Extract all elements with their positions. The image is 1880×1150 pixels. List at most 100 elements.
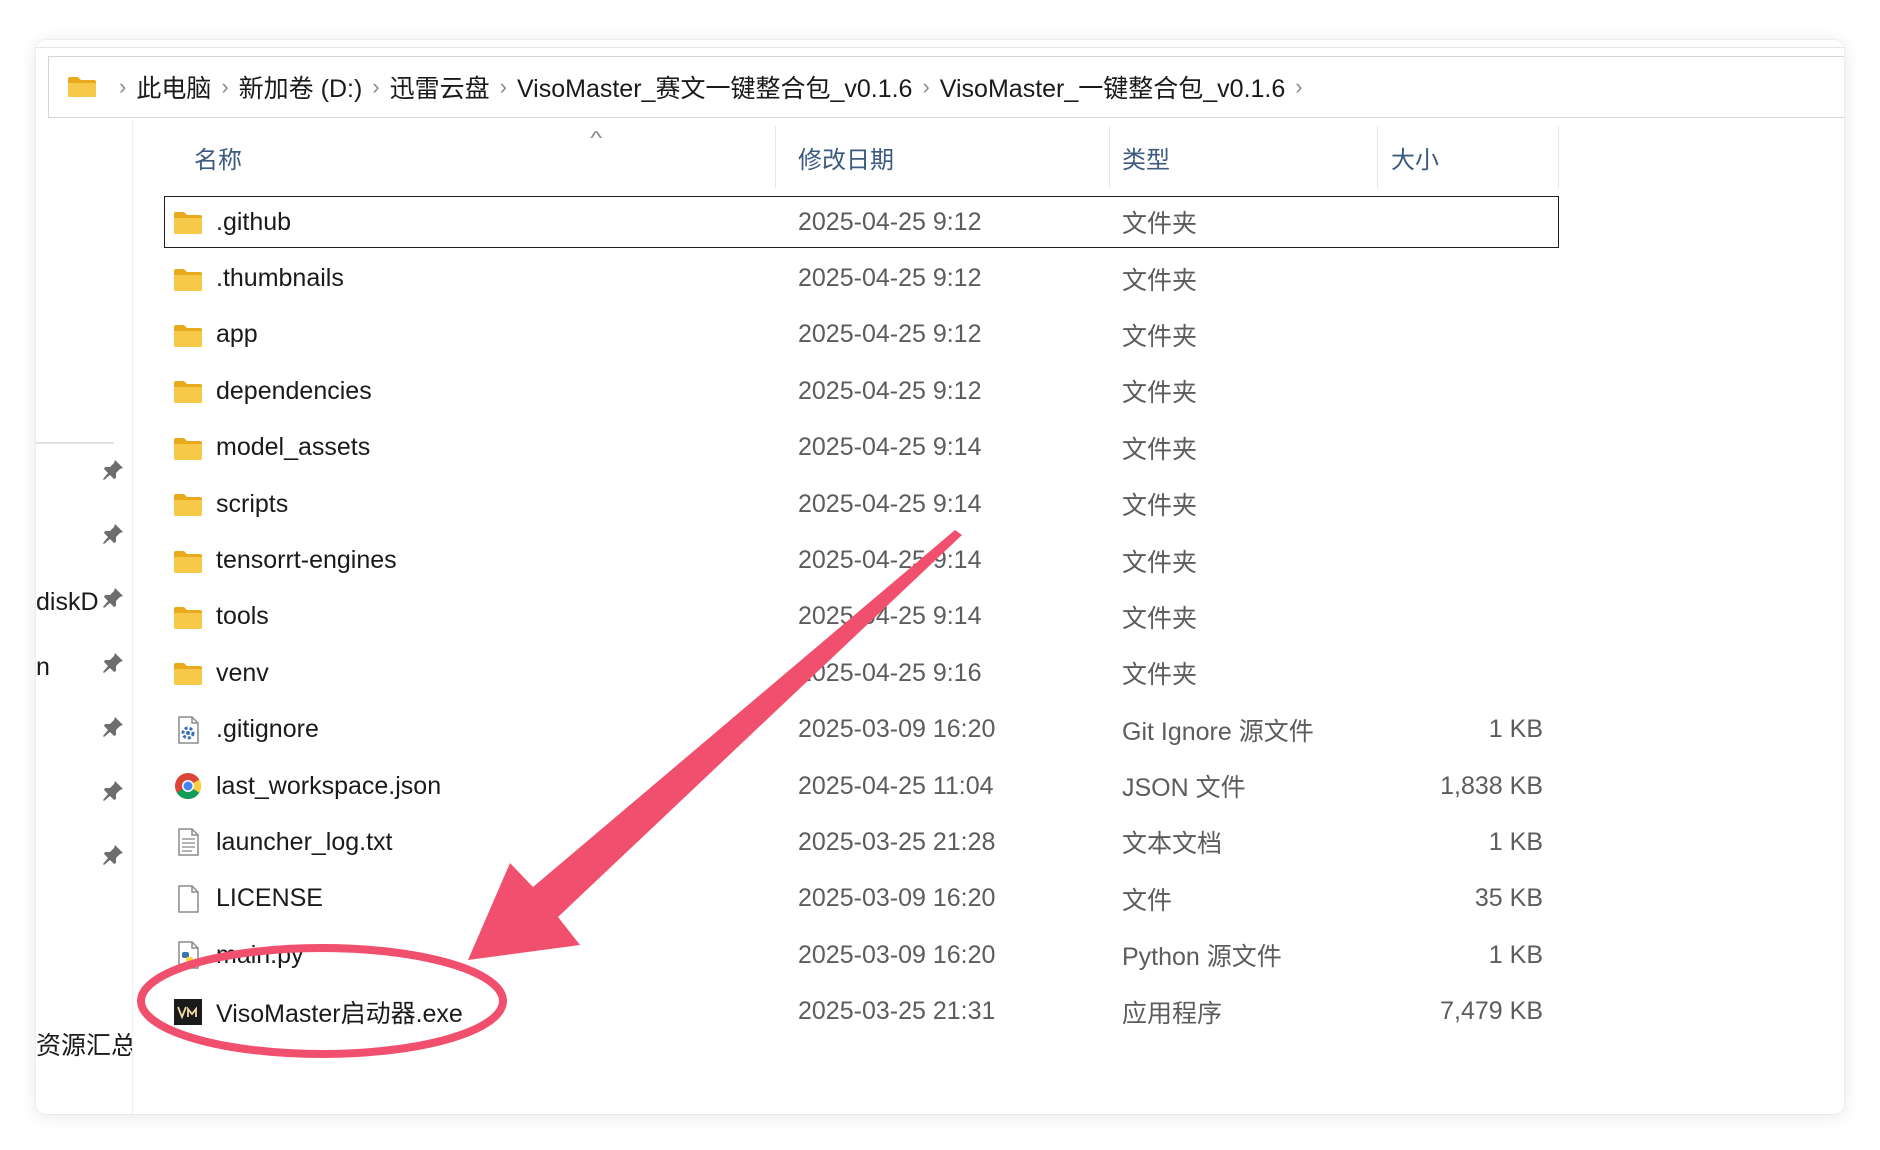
- blank-file-icon: [172, 884, 204, 914]
- file-type: 文本文档: [1122, 830, 1223, 859]
- pin-icon[interactable]: [100, 650, 126, 676]
- python-file-icon: [172, 940, 204, 970]
- folder-icon: [172, 546, 204, 576]
- file-modified-date: 2025-04-25 9:12: [798, 320, 982, 349]
- file-row[interactable]: main.py 2025-03-09 16:20 Python 源文件 1 KB: [164, 927, 1559, 983]
- file-name: .gitignore: [216, 715, 319, 744]
- file-type: Git Ignore 源文件: [1122, 717, 1314, 746]
- nav-item-label[interactable]: n: [36, 653, 50, 682]
- file-modified-date: 2025-04-25 9:12: [798, 207, 982, 236]
- nav-item-label[interactable]: 资源汇总: [36, 1026, 132, 1062]
- file-row[interactable]: LICENSE 2025-03-09 16:20 文件 35 KB: [164, 871, 1559, 927]
- file-name: VisoMaster启动器.exe: [216, 999, 463, 1028]
- folder-icon: [172, 376, 204, 406]
- column-divider[interactable]: [1109, 126, 1110, 188]
- column-header-name[interactable]: 名称: [194, 120, 242, 194]
- file-name: scripts: [216, 489, 289, 518]
- pin-icon[interactable]: [100, 842, 126, 868]
- chevron-right-icon[interactable]: ›: [1295, 74, 1302, 100]
- pane-divider: [132, 120, 133, 1114]
- pin-icon[interactable]: [100, 521, 126, 547]
- file-modified-date: 2025-03-25 21:31: [798, 997, 996, 1026]
- file-name: main.py: [216, 940, 304, 969]
- column-divider[interactable]: [775, 126, 776, 188]
- chevron-right-icon: ›: [221, 74, 229, 99]
- folder-icon: [172, 433, 204, 463]
- file-row[interactable]: dependencies 2025-04-25 9:12 文件夹: [164, 363, 1559, 419]
- breadcrumb-item[interactable]: VisoMaster_赛文一键整合包_v0.1.6: [517, 69, 913, 105]
- column-header-type[interactable]: 类型: [1122, 120, 1170, 194]
- file-modified-date: 2025-04-25 11:04: [798, 771, 994, 800]
- file-size: 35 KB: [1474, 884, 1543, 913]
- file-type: 文件夹: [1122, 492, 1198, 521]
- file-name: venv: [216, 658, 269, 687]
- file-row[interactable]: last_workspace.json 2025-04-25 11:04 JSON …: [164, 758, 1559, 814]
- breadcrumb-item[interactable]: 迅雷云盘: [390, 69, 490, 105]
- file-row[interactable]: VisoMaster启动器.exe 2025-03-25 21:31 应用程序 7,4…: [164, 983, 1559, 1039]
- file-row[interactable]: launcher_log.txt 2025-03-25 21:28 文本文档 1 KB: [164, 814, 1559, 870]
- pin-icon[interactable]: [100, 585, 126, 611]
- file-modified-date: 2025-04-25 9:14: [798, 602, 982, 631]
- file-row[interactable]: model_assets 2025-04-25 9:14 文件夹: [164, 420, 1559, 476]
- file-name: tools: [216, 602, 269, 631]
- pin-icon[interactable]: [100, 714, 126, 740]
- settings-file-icon: [172, 715, 204, 745]
- breadcrumb-item[interactable]: VisoMaster_一键整合包_v0.1.6: [940, 69, 1286, 105]
- column-divider[interactable]: [1558, 126, 1559, 188]
- folder-icon: [172, 489, 204, 519]
- column-header-date[interactable]: 修改日期: [798, 120, 894, 194]
- file-modified-date: 2025-03-09 16:20: [798, 884, 996, 913]
- file-name: app: [216, 320, 258, 349]
- file-type: 文件: [1122, 886, 1173, 915]
- file-size: 7,479 KB: [1440, 997, 1543, 1026]
- pin-icon[interactable]: [100, 457, 126, 483]
- file-modified-date: 2025-04-25 9:12: [798, 376, 982, 405]
- pin-icon[interactable]: [100, 778, 126, 804]
- file-type: Python 源文件: [1122, 943, 1282, 972]
- column-header-row: 名称 ^ 修改日期 类型 大小: [164, 120, 1559, 194]
- file-type: 文件夹: [1122, 435, 1198, 464]
- file-modified-date: 2025-04-25 9:14: [798, 433, 982, 462]
- column-header-size[interactable]: 大小: [1391, 120, 1439, 194]
- file-row[interactable]: scripts 2025-04-25 9:14 文件夹: [164, 476, 1559, 532]
- file-modified-date: 2025-03-09 16:20: [798, 715, 996, 744]
- file-row[interactable]: app 2025-04-25 9:12 文件夹: [164, 307, 1559, 363]
- folder-icon: [172, 264, 204, 294]
- file-modified-date: 2025-04-25 9:12: [798, 264, 982, 293]
- file-type: 文件夹: [1122, 604, 1198, 633]
- file-type: 文件夹: [1122, 322, 1198, 351]
- toolbar-divider: [36, 47, 1844, 48]
- file-type: 文件夹: [1122, 548, 1198, 577]
- folder-icon: [172, 658, 204, 688]
- chevron-right-icon: ›: [119, 74, 127, 99]
- file-size: 1 KB: [1488, 715, 1543, 744]
- chevron-right-icon: ›: [499, 74, 507, 99]
- file-modified-date: 2025-04-25 9:14: [798, 546, 982, 575]
- chrome-icon: [172, 771, 204, 801]
- file-list: .github 2025-04-25 9:12 文件夹 .thumbnails 2025…: [164, 194, 1559, 1040]
- file-row[interactable]: tensorrt-engines 2025-04-25 9:14 文件夹: [164, 532, 1559, 588]
- file-name: .thumbnails: [216, 264, 344, 293]
- visomaster-app-icon: [172, 997, 204, 1027]
- file-name: dependencies: [216, 376, 372, 405]
- nav-item-label[interactable]: diskDr: [36, 588, 98, 617]
- navigation-pane: diskDr n 资源汇总: [36, 120, 132, 1114]
- file-type: 文件夹: [1122, 266, 1198, 295]
- chevron-right-icon: ›: [372, 74, 380, 99]
- file-explorer-window: › 此电脑 › 新加卷 (D:) › 迅雷云盘 › VisoMaster_赛文一…: [36, 40, 1844, 1114]
- file-row[interactable]: .thumbnails 2025-04-25 9:12 文件夹: [164, 250, 1559, 306]
- file-row[interactable]: venv 2025-04-25 9:16 文件夹: [164, 645, 1559, 701]
- nav-divider: [36, 442, 114, 444]
- file-row[interactable]: .github 2025-04-25 9:12 文件夹: [164, 196, 1559, 248]
- file-row[interactable]: .gitignore 2025-03-09 16:20 Git Ignore 源文件…: [164, 702, 1559, 758]
- file-name: model_assets: [216, 433, 371, 462]
- file-size: 1 KB: [1488, 827, 1543, 856]
- breadcrumb-item[interactable]: 新加卷 (D:): [239, 69, 363, 105]
- column-divider[interactable]: [1377, 126, 1378, 188]
- file-type: 文件夹: [1122, 379, 1198, 408]
- file-modified-date: 2025-04-25 9:16: [798, 658, 982, 687]
- address-bar[interactable]: › 此电脑 › 新加卷 (D:) › 迅雷云盘 › VisoMaster_赛文一…: [48, 56, 1844, 118]
- file-modified-date: 2025-04-25 9:14: [798, 489, 982, 518]
- file-row[interactable]: tools 2025-04-25 9:14 文件夹: [164, 589, 1559, 645]
- breadcrumb-item[interactable]: 此电脑: [136, 69, 211, 105]
